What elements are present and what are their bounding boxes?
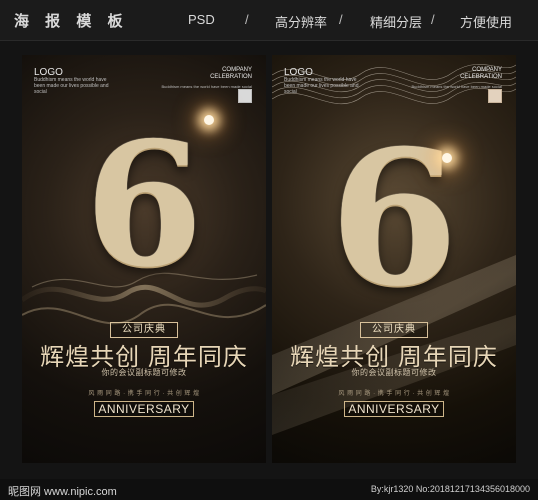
anniversary-label: ANNIVERSARY — [344, 401, 444, 417]
color-swatch — [488, 89, 502, 103]
anniversary-label: ANNIVERSARY — [94, 401, 194, 417]
brand-title: 海 报 模 板 — [14, 13, 129, 30]
company-title: COMPANY CELEBRATION — [460, 67, 502, 80]
top-bar: 海 报 模 板 PSD / 高分辨率 / 精细分层 / 方便使用 — [0, 0, 538, 41]
number-six: 6 — [329, 109, 459, 327]
event-tag: 公司庆典 — [110, 322, 178, 338]
watermark-meta: By:kjr1320 No:20181217134356018000 — [370, 484, 530, 494]
logo-subtext: Buddhism means the world have been made … — [34, 77, 109, 95]
poster-subtitle: 你的会议副标题可修改 — [351, 368, 437, 377]
frame: 海 报 模 板 PSD / 高分辨率 / 精细分层 / 方便使用 LOGO Bu… — [0, 0, 538, 500]
topbar-separator: / — [339, 12, 343, 27]
topbar-item-psd: PSD — [188, 12, 215, 27]
footer-bar: 昵图网 www.nipic.com By:kjr1320 No:20181217… — [0, 479, 538, 500]
anniversary-number: 6 — [22, 105, 266, 305]
event-tag: 公司庆典 — [360, 322, 428, 338]
watermark-site: 昵图网 www.nipic.com — [8, 486, 117, 498]
poster-subtitle: 你的会议副标题可修改 — [101, 368, 187, 377]
poster-left: LOGO Buddhism means the world have been … — [22, 55, 266, 463]
logo-subtext: Buddhism means the world have been made … — [284, 77, 359, 95]
company-title: COMPANY CELEBRATION — [210, 67, 252, 80]
number-six: 6 — [84, 105, 204, 305]
poster-tagline: 风 雨 同 路 · 携 手 同 行 · 共 创 辉 煌 — [338, 391, 450, 397]
color-swatch — [238, 89, 252, 103]
sparkle — [204, 115, 214, 125]
poster-tagline: 风 雨 同 路 · 携 手 同 行 · 共 创 辉 煌 — [88, 391, 200, 397]
topbar-separator: / — [431, 12, 435, 27]
sparkle — [442, 153, 452, 163]
topbar-separator: / — [245, 12, 249, 27]
poster-right: LOGO Buddhism means the world have been … — [272, 55, 516, 463]
topbar-item-high-resolution: 高分辨率 — [275, 15, 328, 30]
topbar-item-easy-use: 方便使用 — [460, 15, 513, 30]
anniversary-number: 6 — [272, 109, 516, 327]
topbar-item-layers: 精细分层 — [370, 15, 423, 30]
